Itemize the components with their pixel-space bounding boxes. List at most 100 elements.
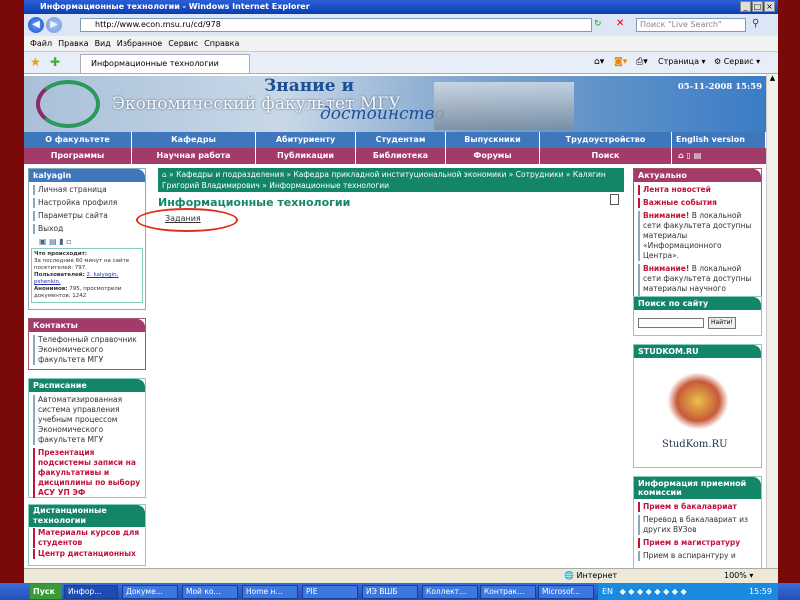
task-mycomputer[interactable]: Мой ко... [182,585,238,599]
task-doc[interactable]: Докуме... [122,585,178,599]
menu-tools[interactable]: Сервис [168,36,198,52]
nav-students[interactable]: Студентам [356,132,446,148]
link-transfer[interactable]: Перевод в бакалавриат из других ВУЗов [638,515,758,535]
rss-icon[interactable]: ◙▾ [614,57,627,67]
stop-icon[interactable]: ✕ [616,18,624,29]
menu-edit[interactable]: Правка [58,36,88,52]
refresh-icon[interactable]: ↻ [594,19,602,29]
nav-employment[interactable]: Трудоустройство [540,132,672,148]
link-master[interactable]: Прием в магистратуру [638,538,758,548]
title-bar: Информационные технологии - Windows Inte… [24,0,778,14]
stats-title: Что происходит: [34,251,87,257]
studkom-logo-text: StudKom.RU [662,439,728,450]
link-phonebook[interactable]: Телефонный справочник Экономического фак… [33,335,142,365]
link-logout[interactable]: Выход [33,224,142,234]
maximize-button[interactable]: □ [752,1,763,12]
favorites-star-icon[interactable]: ★ [30,55,41,69]
breadcrumb-item[interactable]: Кафедра прикладной институциональной эко… [293,170,506,179]
building-image [434,82,574,130]
vertical-scrollbar[interactable]: ▲ [766,74,778,568]
menu-help[interactable]: Справка [204,36,239,52]
add-favorite-icon[interactable]: ✚ [50,55,60,69]
stats-text: За последние 60 минут на сайте посетител… [34,258,130,271]
task-ie-vshb[interactable]: ИЭ ВШБ [362,585,418,599]
nav-programs[interactable]: Программы [24,148,132,164]
link-presentation[interactable]: Презентация подсистемы записи на факульт… [33,448,142,498]
status-bar: 🌐 Интернет 100% ▾ [24,568,778,583]
browser-window: Информационные технологии - Windows Inte… [24,0,778,583]
breadcrumb: ⌂ » Кафедры и подразделения » Кафедра пр… [158,168,624,192]
close-button[interactable]: × [764,1,775,12]
language-indicator[interactable]: EN [602,587,613,596]
link-site-params[interactable]: Параметры сайта [33,211,142,221]
start-button[interactable]: Пуск [30,584,62,599]
site-search-button[interactable]: Найти! [708,317,736,329]
user-tool-icons[interactable]: ▣ ▤ ▮ ▫ [39,237,145,246]
task-ie[interactable]: Инфор... [64,585,118,599]
link-news-feed[interactable]: Лента новостей [638,185,758,195]
web-page: Экономический факультет МГУ Знание и дос… [24,74,766,568]
menu-bar: Файл Правка Вид Избранное Сервис Справка [24,36,778,52]
task-pie[interactable]: PIE [302,585,358,599]
breadcrumb-item[interactable]: Кафедры и подразделения [176,170,284,179]
link-asu[interactable]: Автоматизированная система управления уч… [33,395,142,445]
nav-research[interactable]: Научная работа [132,148,256,164]
highlight-ellipse [136,208,238,232]
print-page-icon[interactable] [610,194,619,205]
nav-secondary: Программы Научная работа Публикации Библ… [24,148,766,164]
task-contract[interactable]: Контрак... [480,585,536,599]
nav-alumni[interactable]: Выпускники [446,132,540,148]
nav-search[interactable]: Поиск [540,148,672,164]
link-profile-settings[interactable]: Настройка профиля [33,198,142,208]
back-icon[interactable]: ◀ [28,17,44,33]
user-box: kalyagin Личная страница Настройка профи… [28,168,146,310]
stats-panel: Что происходит: За последние 60 минут на… [31,248,143,303]
nav-about[interactable]: О факультете [24,132,132,148]
search-input[interactable]: Поиск "Live Search" [636,18,746,32]
nav-library[interactable]: Библиотека [356,148,446,164]
menu-view[interactable]: Вид [95,36,111,52]
link-bachelor[interactable]: Прием в бакалавриат [638,502,758,512]
breadcrumb-item: Информационные технологии [269,181,390,190]
user-name: kalyagin [29,169,145,182]
users-label: Пользователей: [34,272,85,278]
studkom-image[interactable] [668,373,728,429]
home-icon[interactable]: ⌂ [162,170,167,179]
task-home[interactable]: Home н... [242,585,298,599]
contacts-title: Контакты [29,319,145,332]
task-collective[interactable]: Коллект... [422,585,478,599]
link-personal-page[interactable]: Личная страница [33,185,142,195]
site-search-input[interactable] [638,318,704,328]
page-menu[interactable]: Страница ▾ [658,57,706,66]
menu-favorites[interactable]: Избранное [117,36,162,52]
contacts-box: Контакты Телефонный справочник Экономиче… [28,318,146,370]
nav-publications[interactable]: Публикации [256,148,356,164]
menu-file[interactable]: Файл [30,36,52,52]
home-icon[interactable]: ⌂▾ [594,57,604,67]
nav-applicants[interactable]: Абитуриенту [256,132,356,148]
link-course-materials[interactable]: Материалы курсов для студентов [33,528,142,548]
link-phd[interactable]: Прием в аспирантуру и [638,551,758,561]
zoom-level[interactable]: 100% ▾ [724,571,753,580]
actual-title: Актуально [634,169,761,182]
link-distance-center[interactable]: Центр дистанционных [33,549,142,559]
nav-icons[interactable]: ⌂ ▯ ▤ [672,148,766,164]
tab-current[interactable]: Информационные технологии [80,54,250,73]
minimize-button[interactable]: _ [740,1,751,12]
link-important-events[interactable]: Важные события [638,198,758,208]
task-microsoft[interactable]: Microsof... [538,585,594,599]
tools-menu[interactable]: ⚙ Сервис ▾ [714,57,760,66]
breadcrumb-item[interactable]: Сотрудники [516,170,564,179]
tray-icons[interactable]: ◆ ◆ ◆ ◆ ◆ ◆ ◆ ◆ [620,587,687,596]
search-icon[interactable]: ⚲ [752,18,759,29]
print-icon[interactable]: ⎙▾ [636,57,648,67]
nav-primary: О факультете Кафедры Абитуриенту Студент… [24,132,766,148]
forward-icon[interactable]: ▶ [46,17,62,33]
nav-forums[interactable]: Форумы [446,148,540,164]
internet-zone: 🌐 Интернет [564,571,618,580]
url-input[interactable]: http://www.econ.msu.ru/cd/978 [80,18,592,32]
logo-icon[interactable] [36,80,100,128]
schedule-title: Расписание [29,379,145,392]
nav-english[interactable]: English version [672,132,766,148]
nav-departments[interactable]: Кафедры [132,132,256,148]
